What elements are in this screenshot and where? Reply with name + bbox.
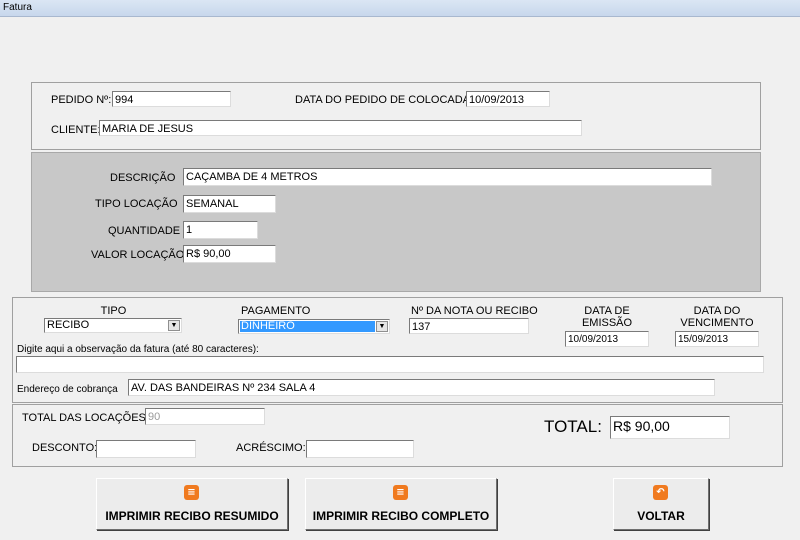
endereco-field[interactable]: AV. DAS BANDEIRAS Nº 234 SALA 4	[128, 379, 715, 396]
data-pedido-field[interactable]: 10/09/2013	[466, 91, 550, 107]
tipo-locacao-label: TIPO LOCAÇÃO	[95, 198, 178, 210]
document-icon: ≡	[184, 485, 199, 500]
tipo-locacao-field[interactable]: SEMANAL	[183, 195, 276, 213]
cliente-field[interactable]: MARIA DE JESUS	[99, 120, 582, 136]
acrescimo-field[interactable]	[306, 440, 414, 458]
pagamento-label: PAGAMENTO	[241, 305, 311, 317]
observacao-field[interactable]	[16, 356, 764, 373]
chevron-down-icon[interactable]: ▼	[168, 320, 180, 331]
desconto-field[interactable]	[96, 440, 196, 458]
back-arrow-icon: ↶	[653, 485, 668, 500]
tipo-label: TIPO	[100, 305, 127, 317]
descricao-field[interactable]: CAÇAMBA DE 4 METROS	[183, 168, 712, 186]
voltar-button[interactable]: ↶ VOLTAR	[613, 478, 709, 530]
quantidade-label: QUANTIDADE	[108, 225, 181, 237]
descricao-label: DESCRIÇÃO	[110, 172, 176, 184]
endereco-label: Endereço de cobrança	[17, 384, 118, 395]
vencimento-label-line2: VENCIMENTO	[680, 317, 754, 329]
desconto-label: DESCONTO:	[32, 442, 98, 454]
tipo-select[interactable]: RECIBO ▼	[44, 318, 182, 333]
vencimento-field[interactable]: 15/09/2013	[675, 331, 759, 347]
emissao-field[interactable]: 10/09/2013	[565, 331, 649, 347]
pedido-field[interactable]: 994	[112, 91, 231, 107]
total-locacoes-label: TOTAL DAS LOCAÇÕES:	[22, 412, 149, 424]
emissao-label-line2: EMISSÃO	[581, 317, 633, 329]
imprimir-recibo-resumido-label: IMPRIMIR RECIBO RESUMIDO	[105, 509, 279, 523]
valor-locacao-field[interactable]: R$ 90,00	[183, 245, 276, 263]
imprimir-recibo-completo-label: IMPRIMIR RECIBO COMPLETO	[312, 509, 490, 523]
acrescimo-label: ACRÉSCIMO:	[236, 442, 306, 454]
nota-field[interactable]: 137	[409, 318, 529, 334]
tipo-selected-value: RECIBO	[47, 319, 90, 331]
window-title: Fatura	[3, 2, 32, 13]
document-icon: ≡	[393, 485, 408, 500]
cliente-label: CLIENTE:	[51, 124, 101, 136]
total-locacoes-field: 90	[145, 408, 265, 425]
imprimir-recibo-completo-button[interactable]: ≡ IMPRIMIR RECIBO COMPLETO	[305, 478, 497, 530]
voltar-label: VOLTAR	[637, 509, 685, 523]
observacao-label: Digite aqui a observação da fatura (até …	[17, 344, 259, 355]
title-bar: Fatura	[0, 0, 800, 17]
valor-locacao-label: VALOR LOCAÇÃO	[91, 249, 185, 261]
pedido-label: PEDIDO Nº:	[51, 94, 112, 106]
total-label: TOTAL:	[544, 417, 602, 436]
quantidade-field[interactable]: 1	[183, 221, 258, 239]
total-field: R$ 90,00	[610, 416, 730, 439]
nota-label: Nº DA NOTA OU RECIBO	[411, 305, 538, 317]
chevron-down-icon[interactable]: ▼	[376, 321, 388, 332]
data-pedido-label: DATA DO PEDIDO DE COLOCADA:	[295, 94, 474, 106]
pagamento-selected-value: DINHEIRO	[240, 321, 375, 332]
imprimir-recibo-resumido-button[interactable]: ≡ IMPRIMIR RECIBO RESUMIDO	[96, 478, 288, 530]
pagamento-select[interactable]: DINHEIRO ▼	[238, 319, 390, 334]
